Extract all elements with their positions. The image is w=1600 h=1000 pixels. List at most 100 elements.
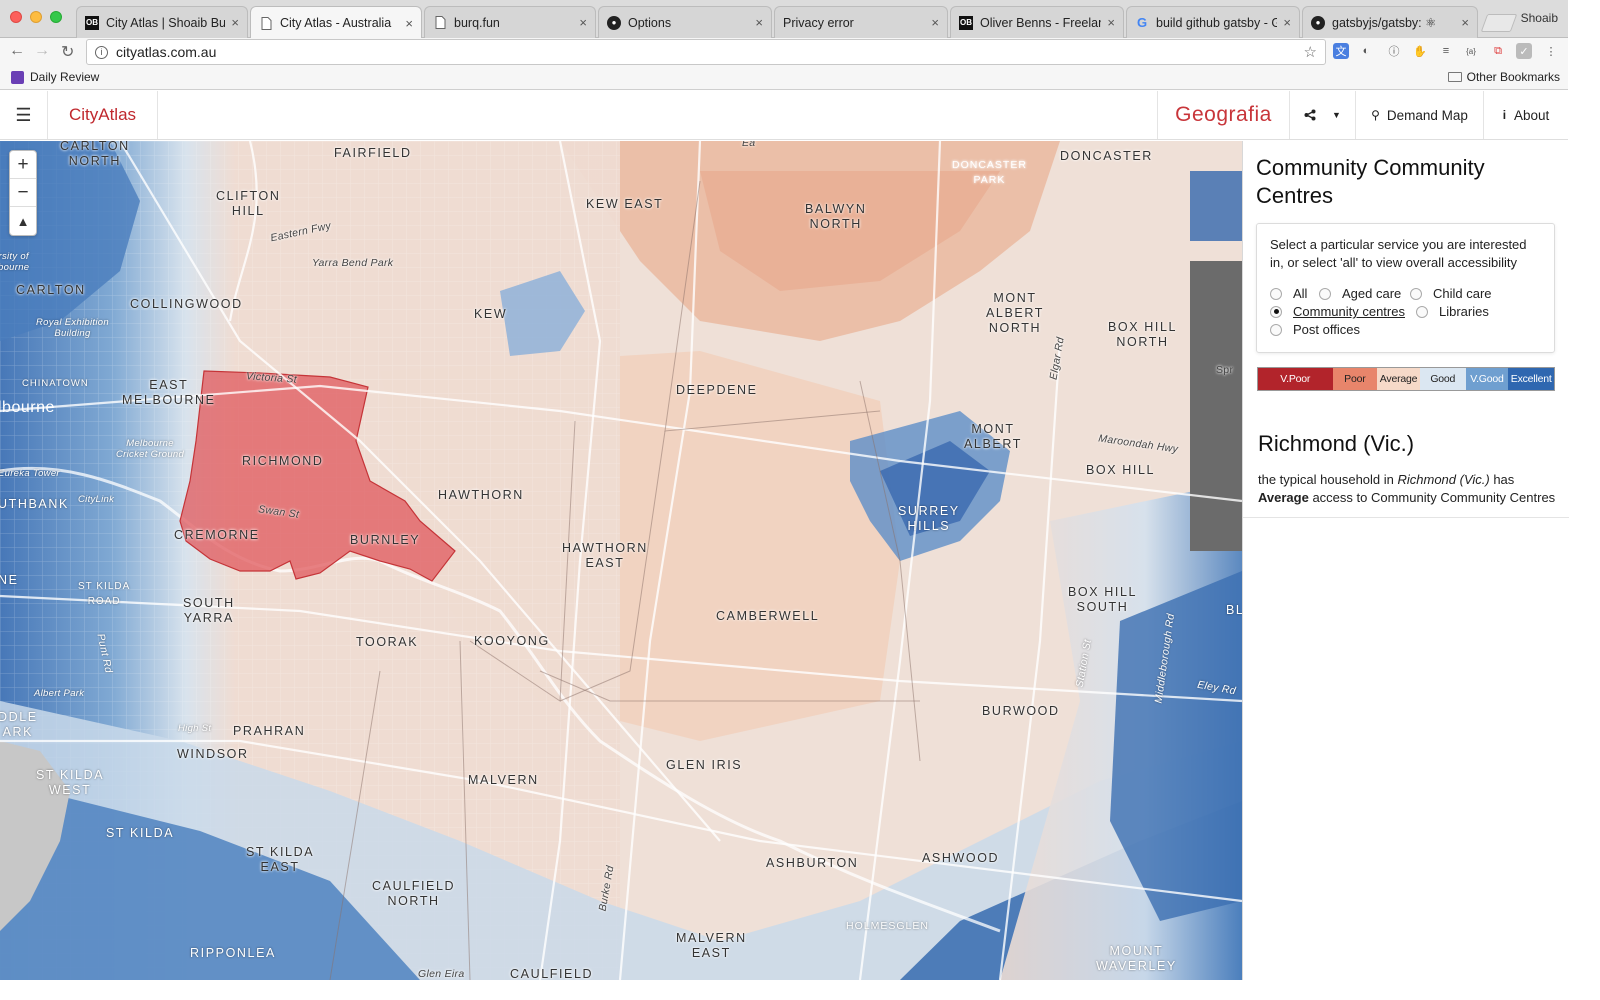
window-minimize-button[interactable]: [30, 11, 42, 23]
map-label: CARLTON NORTH: [60, 141, 130, 168]
clip-extension-icon[interactable]: ⧉: [1490, 43, 1506, 59]
radio-circle-selected[interactable]: [1270, 305, 1282, 318]
ob-icon: OB: [959, 15, 973, 30]
page-icon: [259, 16, 273, 30]
close-tab-icon[interactable]: ×: [755, 15, 763, 30]
choropleth-map[interactable]: CARLTON NORTH FAIRFIELD DONCASTER DONCAST…: [0, 141, 1242, 980]
map-label: KEW EAST: [586, 197, 664, 211]
map-label: BALWYN NORTH: [805, 202, 867, 231]
radio-label: Community centres: [1293, 304, 1405, 319]
radio-circle[interactable]: [1270, 287, 1282, 300]
map-label: WINDSOR: [177, 747, 249, 761]
radio-aged-care[interactable]: Aged care: [1319, 286, 1401, 301]
address-bar[interactable]: i cityatlas.com.au ☆: [86, 39, 1326, 65]
hamburger-menu-icon[interactable]: ☰: [0, 91, 48, 139]
browser-tab[interactable]: ● gatsbyjs/gatsby: ⚛ ×: [1302, 6, 1478, 38]
back-arrow-icon[interactable]: ←: [9, 42, 25, 60]
list-extension-icon[interactable]: ≡: [1438, 43, 1454, 59]
map-label: Albert Park: [34, 688, 85, 699]
geografia-text: Geografia: [1175, 103, 1272, 126]
reload-icon[interactable]: ↻: [61, 42, 74, 62]
demand-map-link[interactable]: ⚲ Demand Map: [1355, 91, 1483, 139]
brand-logo[interactable]: CityAtlas: [48, 91, 158, 139]
window-close-button[interactable]: [10, 11, 22, 23]
bookmark-star-icon[interactable]: ☆: [1304, 43, 1317, 61]
ob-icon: OB: [85, 15, 99, 30]
selected-suburb-title: Richmond (Vic.): [1258, 431, 1415, 456]
suburb-summary: the typical household in Richmond (Vic.)…: [1258, 471, 1558, 507]
about-link[interactable]: i About: [1483, 91, 1568, 139]
other-bookmarks[interactable]: Other Bookmarks: [1447, 70, 1560, 84]
map-label: DONCASTER PARK: [952, 159, 1027, 186]
panel-title: Community Community Centres: [1256, 155, 1485, 208]
profile-name[interactable]: Shoaib: [1521, 11, 1558, 25]
legend-excellent: Excellent: [1508, 368, 1555, 390]
map-label: HAWTHORN: [438, 488, 524, 502]
url-text: cityatlas.com.au: [116, 44, 217, 60]
about-label: About: [1514, 107, 1550, 123]
map-label: CLIFTON HILL: [216, 189, 281, 218]
zoom-in-button[interactable]: +: [10, 151, 36, 179]
close-tab-icon[interactable]: ×: [405, 16, 413, 31]
geografia-logo[interactable]: Geografia: [1157, 91, 1289, 139]
legend-v-poor: V.Poor: [1258, 368, 1333, 390]
share-dropdown[interactable]: ▼: [1289, 91, 1355, 139]
bookmarks-bar: Daily Review Other Bookmarks: [0, 66, 1568, 90]
map-zoom-controls: + − ▲: [9, 150, 37, 236]
browser-tab[interactable]: ● Options ×: [598, 6, 772, 38]
close-tab-icon[interactable]: ×: [931, 15, 939, 30]
radio-circle[interactable]: [1416, 305, 1428, 318]
map-label: TOORAK: [356, 635, 419, 649]
puzzle-extension-icon[interactable]: ✋: [1412, 43, 1428, 59]
radio-community-centres[interactable]: Community centres: [1270, 304, 1405, 319]
zoom-out-button[interactable]: −: [10, 179, 36, 207]
map-label: Melbourne Cricket Ground: [116, 438, 185, 460]
map-label-richmond: RICHMOND: [242, 454, 324, 468]
window-maximize-button[interactable]: [50, 11, 62, 23]
radio-circle[interactable]: [1270, 323, 1282, 336]
radio-all[interactable]: All: [1270, 286, 1307, 301]
info-extension-icon[interactable]: ⓘ: [1386, 43, 1402, 59]
dark-mode-extension-icon[interactable]: ◐: [1358, 43, 1374, 59]
map-label: COLLINGWOOD: [130, 297, 243, 311]
close-tab-icon[interactable]: ×: [1461, 15, 1469, 30]
map-label: MONT ALBERT NORTH: [986, 291, 1045, 335]
browser-tab[interactable]: G build github gatsby - Go ×: [1126, 6, 1300, 38]
radio-circle[interactable]: [1319, 287, 1331, 300]
json-extension-icon[interactable]: {a}: [1463, 43, 1479, 59]
close-tab-icon[interactable]: ×: [579, 15, 587, 30]
github-icon: ●: [607, 15, 621, 30]
map-label: BURWOOD: [982, 704, 1060, 718]
compass-reset-button[interactable]: ▲: [10, 207, 36, 235]
map-label: ASHWOOD: [922, 851, 1000, 865]
forward-arrow-icon[interactable]: →: [34, 42, 50, 60]
radio-child-care[interactable]: Child care: [1410, 286, 1492, 301]
radio-libraries[interactable]: Libraries: [1416, 304, 1489, 319]
map-label: BL: [1226, 603, 1242, 617]
radio-post-offices[interactable]: Post offices: [1270, 322, 1360, 337]
summary-suffix: access to Community Community Centres: [1308, 490, 1556, 505]
summary-middle: has: [1489, 472, 1515, 487]
new-tab-button[interactable]: [1480, 14, 1518, 32]
info-icon[interactable]: i: [95, 45, 108, 59]
translate-extension-icon[interactable]: 文: [1333, 43, 1349, 59]
browser-tab[interactable]: Privacy error ×: [774, 6, 948, 38]
app-header: ☰ CityAtlas Geografia ▼ ⚲ Demand Map i A…: [0, 91, 1568, 140]
browser-tab-active[interactable]: City Atlas - Australia ×: [250, 6, 422, 39]
filter-instruction: Select a particular service you are inte…: [1270, 237, 1527, 270]
browser-tab[interactable]: OB City Atlas | Shoaib Burq ×: [76, 6, 248, 38]
radio-circle[interactable]: [1410, 287, 1422, 300]
folder-icon: [1447, 72, 1462, 82]
close-tab-icon[interactable]: ×: [231, 15, 239, 30]
check-extension-icon[interactable]: ✓: [1516, 43, 1532, 59]
browser-tab[interactable]: burq.fun ×: [424, 6, 596, 38]
browser-tab[interactable]: OB Oliver Benns - Freelance ×: [950, 6, 1124, 38]
close-tab-icon[interactable]: ×: [1283, 15, 1291, 30]
close-tab-icon[interactable]: ×: [1107, 15, 1115, 30]
map-label: CAMBERWELL: [716, 609, 820, 623]
share-icon: [1304, 109, 1316, 121]
map-label: RIPPONLEA: [190, 946, 276, 960]
bookmark-daily-review[interactable]: Daily Review: [11, 70, 99, 84]
google-icon: G: [1136, 15, 1148, 30]
chrome-menu-icon[interactable]: ⋮: [1543, 43, 1559, 59]
